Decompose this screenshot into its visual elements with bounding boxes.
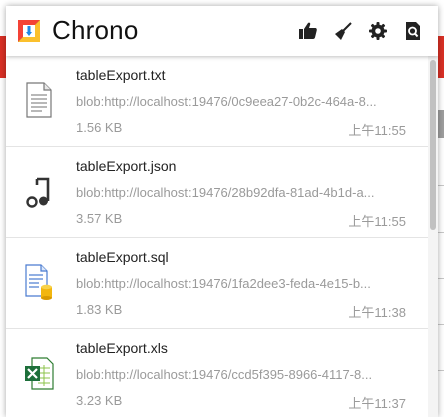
download-time: 上午11:55 [348, 123, 406, 138]
file-size: 3.23 KB [76, 393, 123, 408]
download-time: 上午11:37 [348, 396, 406, 411]
popup-header: Chrono [6, 6, 438, 56]
app-title: Chrono [52, 15, 139, 45]
download-item[interactable]: tableExport.json blob:http://localhost:1… [6, 146, 428, 237]
gear-icon[interactable] [368, 21, 388, 41]
excel-file-icon [25, 357, 54, 390]
file-url: blob:http://localhost:19476/ccd5f395-896… [76, 367, 373, 382]
chrono-popup: Chrono tableExport.txt blob:http://local… [6, 6, 438, 417]
file-name[interactable]: tableExport.json [76, 158, 176, 174]
download-list: tableExport.txt blob:http://localhost:19… [6, 56, 428, 417]
file-size: 1.56 KB [76, 120, 123, 135]
file-name[interactable]: tableExport.xls [76, 340, 168, 356]
file-size: 1.83 KB [76, 302, 123, 317]
file-name[interactable]: tableExport.sql [76, 249, 169, 265]
database-file-icon [25, 264, 52, 300]
file-size: 3.57 KB [76, 211, 123, 226]
file-name[interactable]: tableExport.txt [76, 67, 166, 83]
music-note-icon [26, 177, 50, 208]
search-file-icon[interactable] [403, 21, 423, 41]
chrono-logo-icon [18, 20, 40, 42]
file-url: blob:http://localhost:19476/1fa2dee3-fed… [76, 276, 371, 291]
broom-icon[interactable] [333, 21, 353, 41]
download-item[interactable]: tableExport.sql blob:http://localhost:19… [6, 237, 428, 328]
download-time: 上午11:55 [348, 214, 406, 229]
scrollbar-thumb[interactable] [430, 60, 436, 230]
thumbs-up-icon[interactable] [298, 21, 318, 41]
download-item[interactable]: tableExport.xls blob:http://localhost:19… [6, 328, 428, 417]
download-time: 上午11:38 [348, 305, 406, 320]
file-url: blob:http://localhost:19476/28b92dfa-81a… [76, 185, 375, 200]
download-item[interactable]: tableExport.txt blob:http://localhost:19… [6, 56, 428, 146]
file-url: blob:http://localhost:19476/0c9eea27-0b2… [76, 94, 377, 109]
text-file-icon [26, 82, 52, 118]
